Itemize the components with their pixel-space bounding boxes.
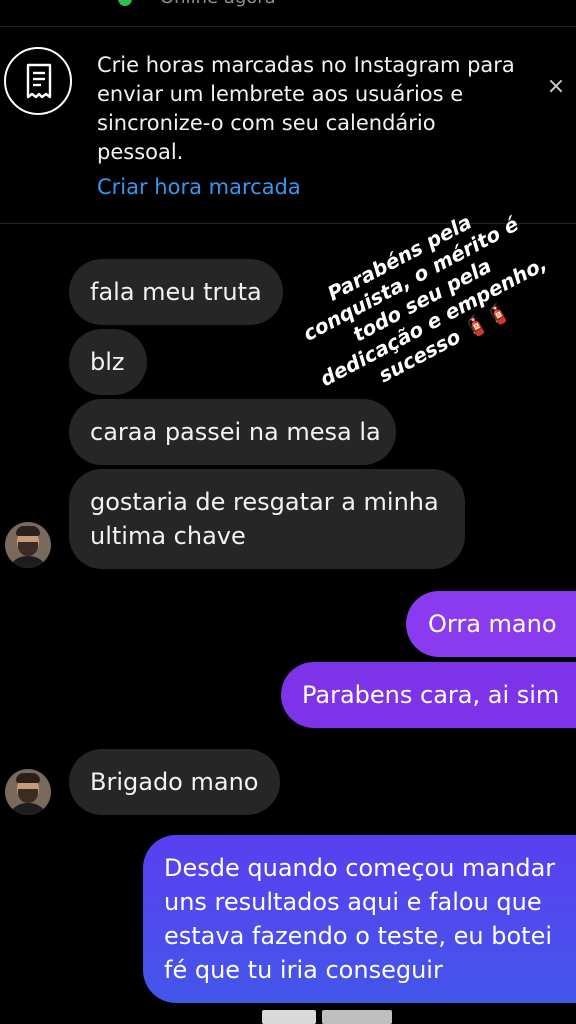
message-bubble-incoming[interactable]: blz [69,329,147,395]
sticker-text: Parabéns pela conquista, o mérito é todo… [298,209,551,392]
message-text: Orra mano [428,610,557,638]
online-indicator [118,0,132,6]
message-bubble-outgoing[interactable]: Desde quando começou mandar uns resultad… [143,835,576,1003]
receipt-icon [4,47,72,115]
message-text-line: ultima chave [90,522,246,550]
attachment-thumbnail[interactable] [262,1010,316,1024]
chat-header: Online agora [0,0,576,27]
prompt-description: Crie horas marcadas no Instagram para en… [97,53,515,164]
message-text: caraa passei na mesa la [90,418,381,446]
contact-avatar[interactable] [5,769,51,815]
message-text: blz [90,348,125,376]
message-text-line: uns resultados aqui e falou que [164,888,542,916]
message-bubble-incoming[interactable]: gostaria de resgatar a minha ultima chav… [69,469,465,569]
message-bubble-outgoing[interactable]: Orra mano [406,591,576,657]
message-bubble-incoming[interactable]: Brigado mano [69,749,280,815]
message-text-line: fé que tu iria conseguir [164,956,443,984]
message-text: fala meu truta [90,278,262,306]
story-text-sticker: Parabéns pela conquista, o mérito é todo… [262,188,574,392]
message-bubble-outgoing[interactable]: Parabens cara, ai sim [281,662,576,728]
message-text-line: gostaria de resgatar a minha [90,488,439,516]
message-bubble-incoming[interactable]: caraa passei na mesa la [69,399,396,465]
contact-avatar[interactable] [5,522,51,568]
message-text-line: Desde quando começou mandar [164,854,556,882]
message-bubble-incoming[interactable]: fala meu truta [69,259,283,325]
message-text: Parabens cara, ai sim [302,681,560,709]
message-text: Brigado mano [90,768,259,796]
message-text-line: estava fazendo o teste, eu botei [164,922,552,950]
online-status: Online agora [160,0,276,8]
attachment-thumbnail[interactable] [322,1010,392,1024]
close-icon[interactable]: × [544,75,568,99]
